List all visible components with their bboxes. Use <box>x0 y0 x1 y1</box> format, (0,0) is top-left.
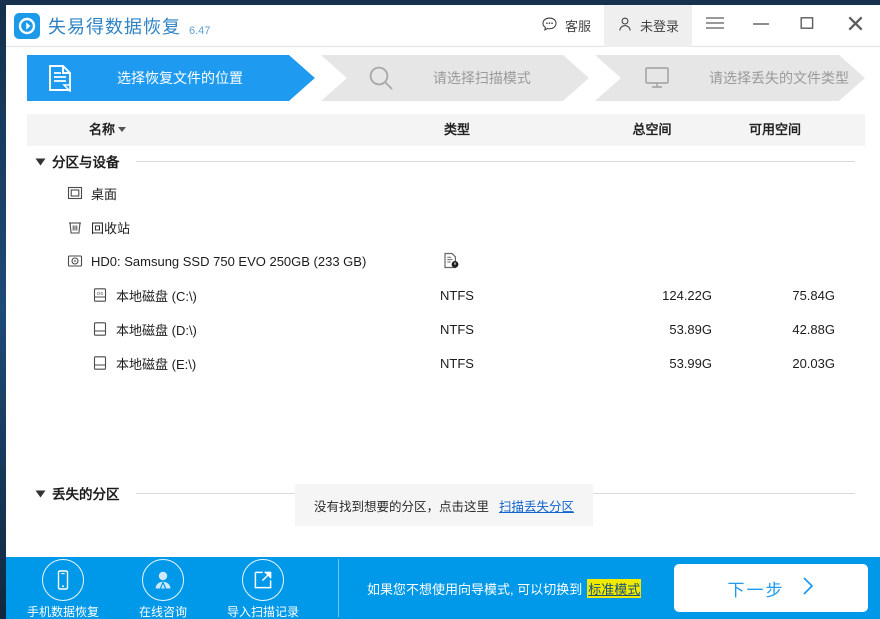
row-name: 本地磁盘 (D:\) <box>116 320 197 339</box>
lost-partition-hint-text: 没有找到想要的分区，点击这里 <box>314 496 489 515</box>
table-row[interactable]: 回收站 <box>27 210 865 244</box>
group-title-partitions: 分区与设备 <box>52 151 120 171</box>
column-header-total-space[interactable]: 总空间 <box>592 114 712 146</box>
next-step-button[interactable]: 下一步 <box>674 564 868 612</box>
group-divider <box>136 161 856 162</box>
footer-divider <box>338 559 339 617</box>
footer-tools: 手机数据恢复 在线咨询 <box>6 557 339 619</box>
table-row[interactable]: 本地磁盘 (E:\) NTFS 53.99G 20.03G <box>27 346 865 380</box>
group-title-lost-partitions: 丢失的分区 <box>52 483 120 503</box>
speech-bubble-icon <box>541 16 558 36</box>
hard-disk-icon <box>67 253 83 269</box>
app-title: 失易得数据恢复 <box>48 13 181 39</box>
minimize-button[interactable] <box>738 5 784 47</box>
menu-button[interactable] <box>692 5 738 47</box>
standard-mode-link[interactable]: 标准模式 <box>587 579 641 598</box>
step-2-label: 请选择扫描模式 <box>433 68 531 88</box>
phone-recovery-label: 手机数据恢复 <box>27 603 99 619</box>
app-logo-icon <box>14 13 40 39</box>
desktop-icon <box>67 185 83 201</box>
row-name: 桌面 <box>91 184 117 203</box>
phone-icon <box>42 559 84 601</box>
document-icon <box>47 64 73 92</box>
import-scan-record-button[interactable]: 导入扫描记录 <box>224 557 302 619</box>
online-consult-label: 在线咨询 <box>139 603 187 619</box>
table-row[interactable]: HD0: Samsung SSD 750 EVO 250GB (233 GB) <box>27 244 865 278</box>
document-info-badge-icon[interactable] <box>442 252 460 273</box>
recycle-bin-icon <box>67 219 83 235</box>
collapse-triangle-icon[interactable] <box>36 159 46 166</box>
titlebar-controls: 客服 未登录 <box>528 5 880 47</box>
drive-icon <box>92 321 108 337</box>
device-tree: 分区与设备 桌面 回收站 <box>27 146 865 553</box>
footer-bar: 手机数据恢复 在线咨询 <box>6 557 880 619</box>
account-label: 未登录 <box>640 16 679 35</box>
customer-service-button[interactable]: 客服 <box>528 5 604 47</box>
maximize-button[interactable] <box>784 5 830 47</box>
phone-recovery-button[interactable]: 手机数据恢复 <box>24 557 102 619</box>
step-select-location[interactable]: 选择恢复文件的位置 <box>27 55 315 101</box>
online-consult-button[interactable]: 在线咨询 <box>124 557 202 619</box>
step-select-file-type[interactable]: 请选择丢失的文件类型 <box>595 55 865 101</box>
step-select-scan-mode[interactable]: 请选择扫描模式 <box>321 55 589 101</box>
minimize-icon <box>752 17 770 35</box>
scan-lost-partition-link[interactable]: 扫描丢失分区 <box>499 496 574 515</box>
row-free-space: 42.88G <box>715 322 835 337</box>
row-type: NTFS <box>412 356 502 371</box>
close-button[interactable] <box>830 5 880 47</box>
row-total-space: 53.99G <box>592 356 712 371</box>
window-top-edge <box>0 0 880 5</box>
import-scan-record-label: 导入扫描记录 <box>227 603 299 619</box>
lost-partition-hint: 没有找到想要的分区，点击这里 扫描丢失分区 <box>295 484 593 526</box>
application-window: 失易得数据恢复 6.47 客服 <box>0 0 880 619</box>
table-row[interactable]: 桌面 <box>27 176 865 210</box>
row-total-space: 124.22G <box>592 288 712 303</box>
hamburger-menu-icon <box>705 16 725 35</box>
search-icon <box>367 64 395 92</box>
column-header-name-label: 名称 <box>89 122 115 137</box>
chevron-right-icon <box>801 575 815 602</box>
close-icon <box>846 14 865 38</box>
mode-switch-note-text: 如果您不想使用向导模式, 可以切换到 <box>367 579 582 598</box>
drive-icon <box>92 355 108 371</box>
column-header-name[interactable]: 名称 <box>89 114 126 146</box>
collapse-triangle-icon[interactable] <box>36 491 46 498</box>
svg-text:OS: OS <box>97 291 104 296</box>
step-3-label: 请选择丢失的文件类型 <box>709 68 849 88</box>
import-icon <box>242 559 284 601</box>
group-header-partitions[interactable]: 分区与设备 <box>27 146 865 176</box>
column-header-free-space[interactable]: 可用空间 <box>715 114 835 146</box>
step-1-label: 选择恢复文件的位置 <box>117 68 243 88</box>
user-icon <box>617 16 633 36</box>
row-name: 本地磁盘 (C:\) <box>116 286 197 305</box>
row-free-space: 20.03G <box>715 356 835 371</box>
column-header-type[interactable]: 类型 <box>412 114 502 146</box>
os-drive-icon: OS <box>92 287 108 303</box>
row-free-space: 75.84G <box>715 288 835 303</box>
customer-service-label: 客服 <box>565 16 591 35</box>
brand: 失易得数据恢复 6.47 <box>6 13 210 39</box>
row-name: 回收站 <box>91 218 130 237</box>
title-bar: 失易得数据恢复 6.47 客服 <box>6 5 880 47</box>
step-wizard: 选择恢复文件的位置 请选择扫描模式 请选择丢失的文件类型 <box>27 55 865 101</box>
row-type: NTFS <box>412 322 502 337</box>
sort-descending-caret-icon <box>118 127 126 132</box>
account-button[interactable]: 未登录 <box>604 5 692 47</box>
window-left-edge <box>0 0 6 619</box>
table-row[interactable]: 本地磁盘 (D:\) NTFS 53.89G 42.88G <box>27 312 865 346</box>
mode-switch-note: 如果您不想使用向导模式, 可以切换到 标准模式 <box>367 579 641 598</box>
row-name: 本地磁盘 (E:\) <box>116 354 196 373</box>
row-type: NTFS <box>412 288 502 303</box>
table-header: 名称 类型 总空间 可用空间 <box>27 114 865 146</box>
row-total-space: 53.89G <box>592 322 712 337</box>
app-version: 6.47 <box>189 25 210 39</box>
person-icon <box>142 559 184 601</box>
next-step-label: 下一步 <box>728 576 785 601</box>
monitor-icon <box>643 65 671 91</box>
row-name: HD0: Samsung SSD 750 EVO 250GB (233 GB) <box>91 254 366 269</box>
maximize-icon <box>799 15 815 36</box>
table-row[interactable]: OS 本地磁盘 (C:\) NTFS 124.22G 75.84G <box>27 278 865 312</box>
